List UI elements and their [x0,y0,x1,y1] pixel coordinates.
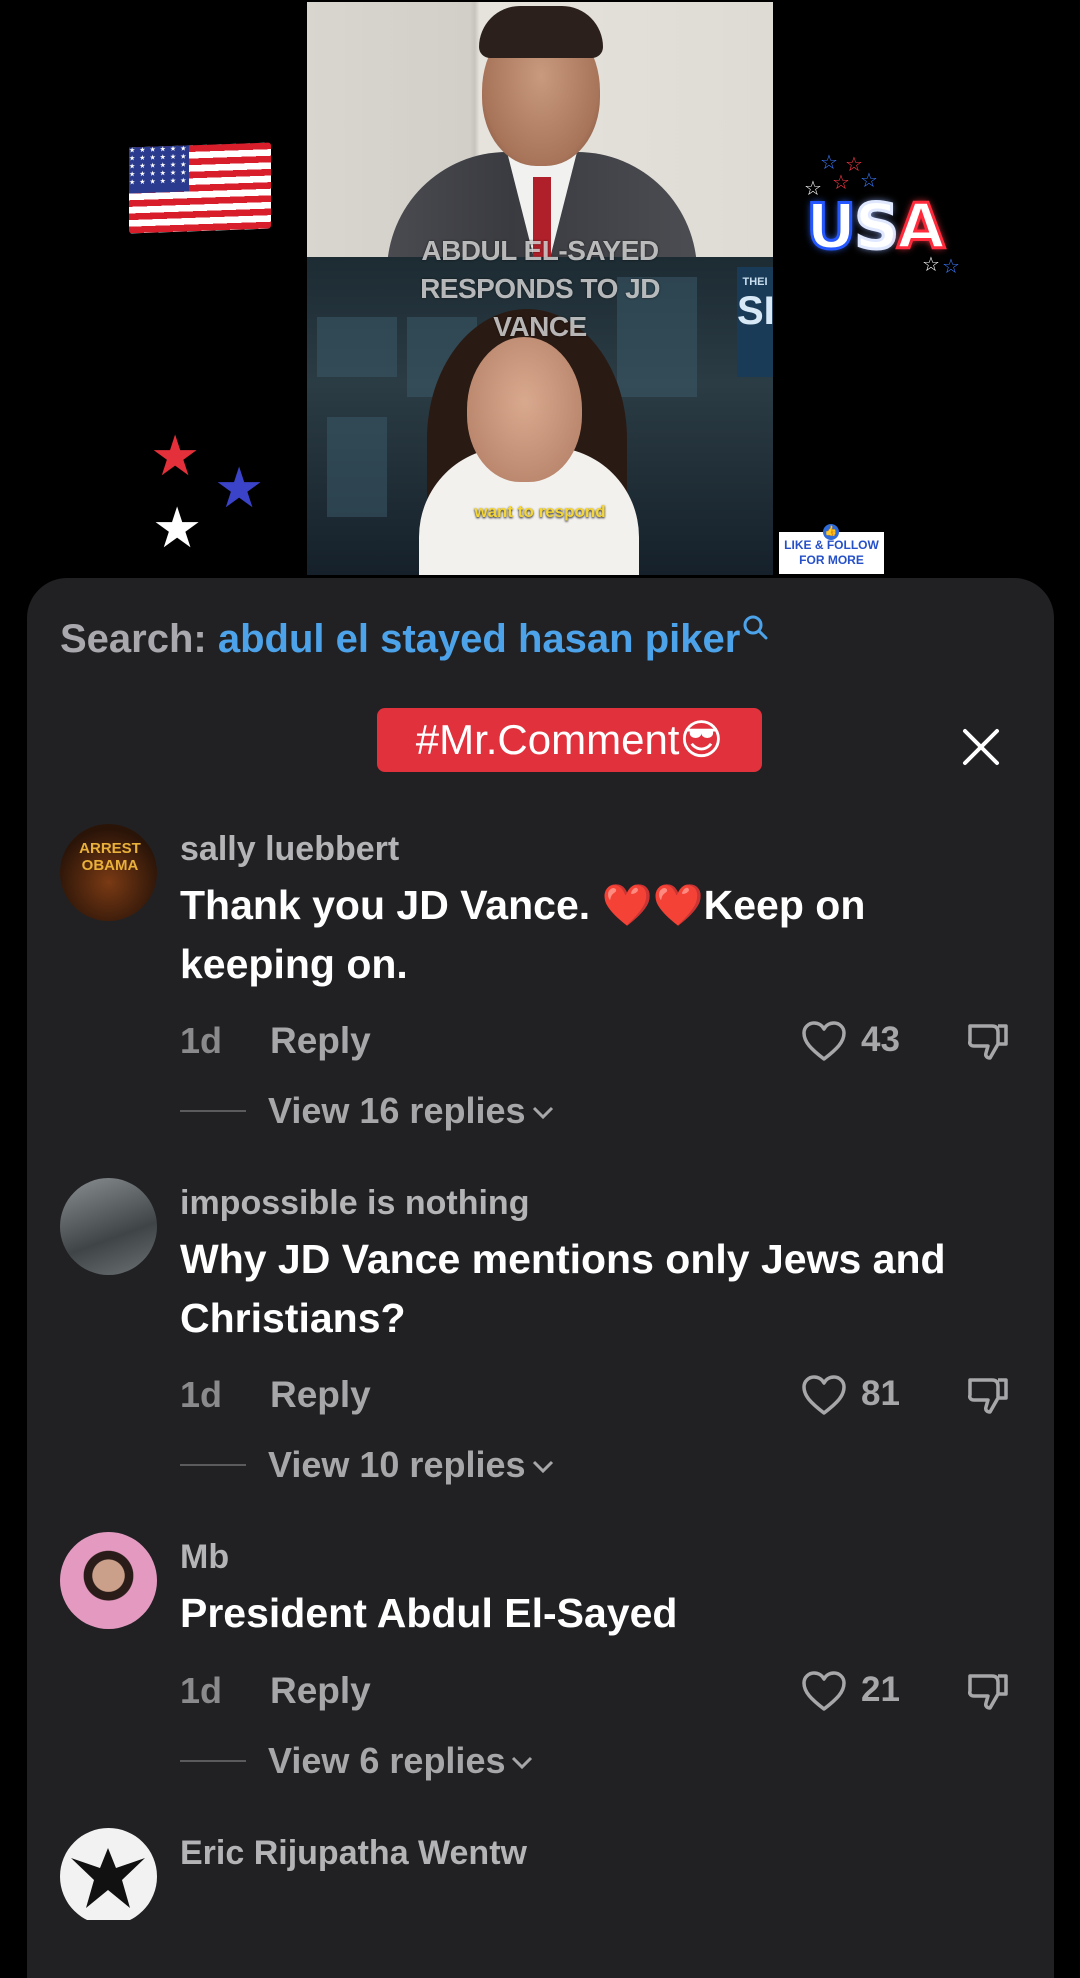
star-icon: ☆ [922,254,940,276]
comment-age: 1d [180,1020,223,1061]
view-replies-label: View 16 replies [268,1090,526,1131]
usa-neon-sticker: ☆ ☆ ☆ ☆ ☆ USA ☆ ☆ [800,150,980,280]
close-icon[interactable] [961,727,1001,767]
comment-item: Eric Rijupatha Wentw [0,1828,1080,1920]
chevron-down-icon [532,1461,553,1474]
usa-letter-u: U [804,189,857,265]
white-star-icon: ★ [152,496,203,559]
eagle-icon [71,1848,145,1908]
us-flag-sticker: ★ ★ ★ ★ ★ ★ ★ ★ ★ ★ ★ ★ ★ ★ ★ ★ ★ ★ ★ ★ … [129,142,271,234]
hashtag-badge[interactable]: #Mr.Comment😎 [377,708,762,772]
blue-star-icon: ★ [214,456,265,519]
heart-icon[interactable] [801,1374,847,1416]
heart-icon[interactable] [801,1020,847,1062]
person-hair [479,6,603,58]
chevron-down-icon [512,1757,533,1770]
flag-canton: ★ ★ ★ ★ ★ ★ ★ ★ ★ ★ ★ ★ ★ ★ ★ ★ ★ ★ ★ ★ … [129,145,189,194]
like-count: 81 [861,1374,900,1413]
view-replies-label: View 10 replies [268,1444,526,1485]
reply-button[interactable]: Reply [270,1374,371,1416]
dislike-icon[interactable] [966,1018,1010,1062]
show-logo-text: THEI [742,276,768,288]
view-replies-button[interactable]: View 6 replies [268,1740,533,1782]
chevron-down-icon [532,1107,553,1120]
view-replies-button[interactable]: View 10 replies [268,1444,554,1486]
comment-username[interactable]: Eric Rijupatha Wentw [180,1834,527,1873]
video-player[interactable]: THEI SI ABDUL EL-SAYED RESPONDS TO JD VA… [0,0,1080,600]
avatar[interactable] [60,1532,157,1629]
replies-divider [180,1110,246,1112]
like-follow-line1: LIKE & FOLLOW [784,538,879,552]
search-icon [743,615,768,640]
like-count: 21 [861,1670,900,1709]
reply-button[interactable]: Reply [270,1670,371,1712]
video-caption: want to respond [474,502,606,521]
avatar[interactable] [60,1178,157,1275]
avatar[interactable] [60,1828,157,1920]
anchor-face [467,337,582,482]
comment-age: 1d [180,1374,223,1415]
search-term: abdul el stayed hasan piker [217,617,741,661]
red-star-icon: ★ [150,424,201,487]
video-top-panel [307,2,773,257]
like-follow-badge[interactable]: 👍 LIKE & FOLLOW FOR MORE [779,524,884,574]
comment-age: 1d [180,1670,223,1711]
comment-text: Thank you JD Vance. ❤️❤️Keep on keeping … [180,882,866,987]
like-follow-line2: FOR MORE [799,553,864,567]
comment-username[interactable]: impossible is nothing [180,1184,529,1223]
like-count: 43 [861,1020,900,1059]
replies-divider [180,1464,246,1466]
show-logo: THEI SI [737,267,773,377]
comment-username[interactable]: Mb [180,1538,229,1577]
view-replies-label: View 6 replies [268,1740,506,1781]
video-title: ABDUL EL-SAYED RESPONDS TO JD VANCE [420,235,660,342]
dislike-icon[interactable] [966,1372,1010,1416]
comment-username[interactable]: sally luebbert [180,830,399,869]
view-replies-button[interactable]: View 16 replies [268,1090,554,1132]
star-icon: ☆ [942,256,960,278]
dislike-icon[interactable] [966,1668,1010,1712]
search-prefix: Search: [60,617,207,661]
show-logo-big: SI [737,289,773,333]
usa-letter-s: S [853,189,901,265]
avatar[interactable]: ARREST OBAMA [60,824,157,921]
search-suggestion[interactable]: Search: abdul el stayed hasan piker [60,615,768,662]
comment-text: President Abdul El-Sayed [180,1590,678,1636]
replies-divider [180,1760,246,1762]
comment-text: Why JD Vance mentions only Jews and Chri… [180,1236,946,1341]
heart-icon[interactable] [801,1670,847,1712]
avatar-text: ARREST OBAMA [79,840,141,874]
reply-button[interactable]: Reply [270,1020,371,1062]
thumbs-up-icon: 👍 [823,524,839,540]
